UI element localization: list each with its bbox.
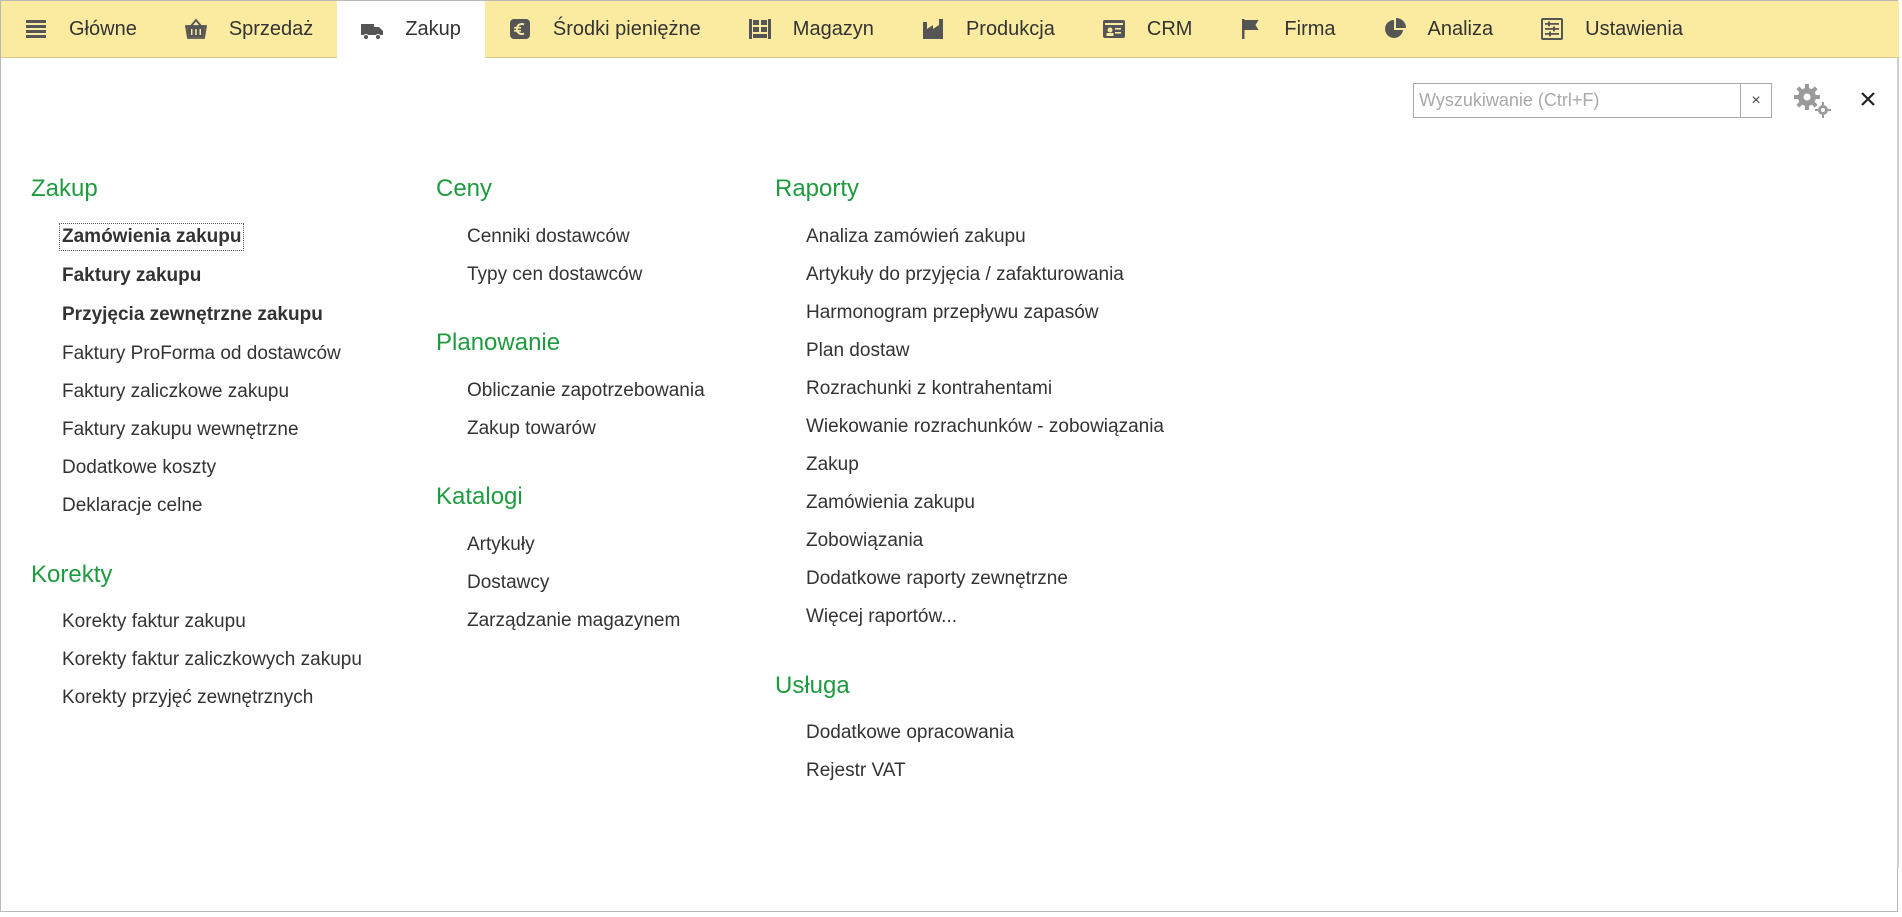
basket-icon (183, 16, 209, 42)
warehouse-icon (747, 16, 773, 42)
section-title-korekty: Korekty (31, 561, 113, 588)
link-raport-analiza-zamowien[interactable]: Analiza zamówień zakupu (806, 226, 1026, 248)
link-cenniki-dostawcow[interactable]: Cenniki dostawców (467, 226, 630, 248)
scrollbar-edge (1897, 58, 1899, 868)
link-zarzadzanie-magazynem[interactable]: Zarządzanie magazynem (467, 610, 680, 632)
link-raport-harmonogram[interactable]: Harmonogram przepływu zapasów (806, 302, 1099, 324)
nav-item-label: CRM (1146, 17, 1193, 40)
link-korekty-faktur-zakupu[interactable]: Korekty faktur zakupu (62, 611, 246, 633)
nav-item-ustawienia[interactable]: Ustawienia (1517, 1, 1707, 57)
truck-icon (359, 17, 385, 43)
link-korekty-faktur-zaliczkowych[interactable]: Korekty faktur zaliczkowych zakupu (62, 649, 362, 671)
gear-icon[interactable] (1790, 81, 1832, 119)
nav-item-label: Analiza (1427, 17, 1494, 40)
nav-item-label: Zakup (405, 18, 461, 40)
nav-item-label: Środki pieniężne (552, 17, 701, 40)
link-faktury-zaliczkowe-zakupu[interactable]: Faktury zaliczkowe zakupu (62, 381, 289, 403)
nav-item-produkcja[interactable]: Produkcja (898, 1, 1079, 57)
search-box: × (1413, 83, 1772, 118)
nav-item-label: Magazyn (792, 17, 874, 40)
link-artykuly[interactable]: Artykuły (467, 534, 535, 556)
nav-item-glowne[interactable]: Główne (1, 1, 161, 57)
link-raport-rozrachunki[interactable]: Rozrachunki z kontrahentami (806, 378, 1052, 400)
link-raport-plan-dostaw[interactable]: Plan dostaw (806, 340, 910, 362)
pie-chart-icon (1382, 16, 1408, 42)
link-rejestr-vat[interactable]: Rejestr VAT (806, 760, 906, 782)
section-title-raporty: Raporty (775, 175, 860, 202)
search-input[interactable] (1414, 84, 1740, 117)
link-dodatkowe-opracowania[interactable]: Dodatkowe opracowania (806, 722, 1014, 744)
top-navigation: Główne Sprzedaż Zakup Środki pieniężne M… (1, 1, 1899, 58)
link-faktury-proforma[interactable]: Faktury ProForma od dostawców (62, 343, 341, 365)
nav-item-label: Produkcja (965, 17, 1055, 40)
link-dostawcy[interactable]: Dostawcy (467, 572, 549, 594)
hamburger-icon (23, 16, 49, 42)
link-faktury-zakupu-wewnetrzne[interactable]: Faktury zakupu wewnętrzne (62, 419, 299, 441)
nav-item-analiza[interactable]: Analiza (1360, 1, 1518, 57)
section-title-ceny: Ceny (436, 175, 493, 202)
link-faktury-zakupu[interactable]: Faktury zakupu (62, 265, 201, 287)
nav-item-label: Ustawienia (1585, 17, 1683, 40)
link-raport-zamowienia-zakupu[interactable]: Zamówienia zakupu (806, 492, 975, 514)
link-dodatkowe-koszty[interactable]: Dodatkowe koszty (62, 457, 216, 479)
nav-item-sprzedaz[interactable]: Sprzedaż (161, 1, 338, 57)
link-raport-dodatkowe-zewnetrzne[interactable]: Dodatkowe raporty zewnętrzne (806, 568, 1068, 590)
section-title-planowanie: Planowanie (436, 329, 561, 356)
section-title-usluga: Usługa (775, 672, 850, 699)
search-clear-button[interactable]: × (1740, 84, 1771, 117)
link-przyjecia-zewnetrzne-zakupu[interactable]: Przyjęcia zewnętrzne zakupu (62, 304, 323, 326)
nav-item-srodki-pieniezne[interactable]: Środki pieniężne (485, 1, 725, 57)
nav-item-crm[interactable]: CRM (1079, 1, 1217, 57)
nav-item-label: Główne (69, 17, 137, 40)
link-raport-artykuly-do-przyjecia[interactable]: Artykuły do przyjęcia / zafakturowania (806, 264, 1124, 286)
nav-item-zakup[interactable]: Zakup (337, 1, 485, 58)
app-window: Główne Sprzedaż Zakup Środki pieniężne M… (0, 0, 1899, 912)
nav-item-label: Sprzedaż (228, 17, 314, 40)
link-raport-wiekowanie[interactable]: Wiekowanie rozrachunków - zobowiązania (806, 416, 1164, 438)
link-zamowienia-zakupu[interactable]: Zamówienia zakupu (58, 223, 245, 251)
link-obliczanie-zapotrzebowania[interactable]: Obliczanie zapotrzebowania (467, 380, 705, 402)
link-raport-zakup[interactable]: Zakup (806, 454, 859, 476)
factory-icon (920, 16, 946, 42)
section-title-zakup: Zakup (31, 175, 98, 202)
link-typy-cen-dostawcow[interactable]: Typy cen dostawców (467, 264, 642, 286)
link-raport-zobowiazania[interactable]: Zobowiązania (806, 530, 923, 552)
link-deklaracje-celne[interactable]: Deklaracje celne (62, 495, 202, 517)
nav-item-magazyn[interactable]: Magazyn (725, 1, 898, 57)
link-zakup-towarow[interactable]: Zakup towarów (467, 418, 596, 440)
flag-icon (1238, 16, 1264, 42)
link-korekty-przyjec-zewnetrznych[interactable]: Korekty przyjęć zewnętrznych (62, 687, 313, 709)
nav-item-firma[interactable]: Firma (1216, 1, 1359, 57)
contact-card-icon (1101, 16, 1127, 42)
section-title-katalogi: Katalogi (436, 483, 523, 510)
nav-item-label: Firma (1284, 17, 1336, 40)
link-wiecej-raportow[interactable]: Więcej raportów... (806, 606, 957, 628)
close-icon[interactable] (1856, 87, 1880, 111)
euro-icon (507, 16, 533, 42)
settings-list-icon (1539, 16, 1565, 42)
